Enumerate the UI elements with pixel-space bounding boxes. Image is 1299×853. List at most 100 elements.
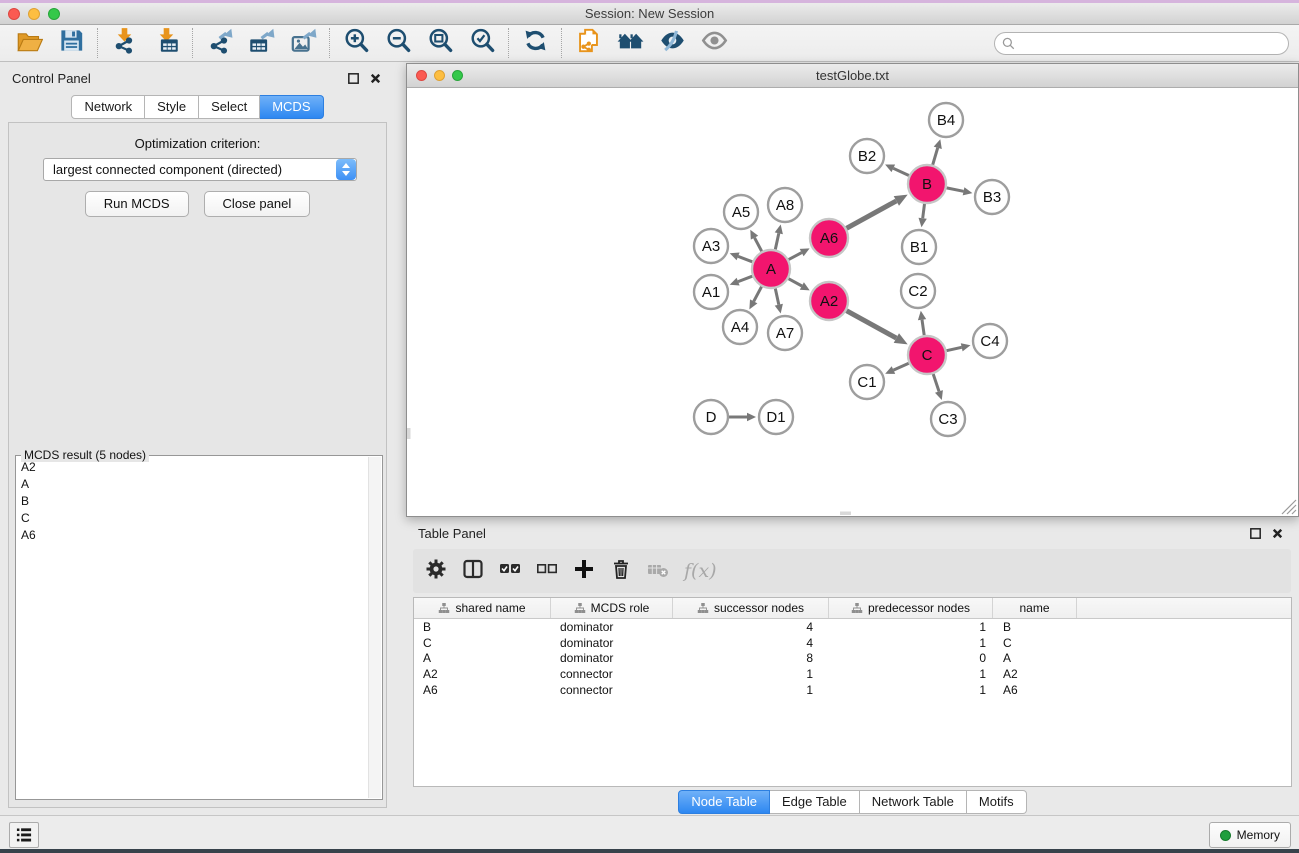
float-panel-icon[interactable] (346, 71, 361, 86)
tab-select[interactable]: Select (199, 95, 260, 119)
save-session-button[interactable] (50, 27, 92, 59)
resize-grip-icon[interactable] (1282, 500, 1296, 514)
export-image-button[interactable] (282, 27, 324, 59)
memory-button[interactable]: Memory (1209, 822, 1291, 848)
graph-node-B1[interactable]: B1 (902, 230, 936, 264)
optimization-criterion-select[interactable]: largest connected component (directed) (43, 158, 357, 181)
graph-edge-B-B1[interactable] (923, 204, 925, 218)
result-item[interactable]: C (16, 510, 368, 527)
graph-edge-A-A3[interactable] (738, 256, 752, 261)
fx-button[interactable]: f(x) (682, 558, 719, 584)
import-network-button[interactable] (103, 27, 145, 59)
result-item[interactable]: A (16, 475, 368, 492)
graph-edge-A-A7[interactable] (775, 289, 779, 305)
graph-node-B4[interactable]: B4 (929, 103, 963, 137)
graph-edge-A-A2[interactable] (789, 279, 802, 286)
result-scrollbar[interactable] (368, 457, 381, 798)
refresh-button[interactable] (514, 27, 556, 59)
column-header-name[interactable]: name (993, 598, 1077, 618)
table-row[interactable]: Adominator80A (414, 651, 1291, 667)
tab-node-table[interactable]: Node Table (678, 790, 770, 814)
graph-node-C3[interactable]: C3 (931, 402, 965, 436)
graph-edge-A-A5[interactable] (755, 238, 762, 252)
graph-edge-C-C1[interactable] (893, 363, 908, 370)
zoom-selected-button[interactable] (461, 27, 503, 59)
column-header-predecessor-nodes[interactable]: predecessor nodes (829, 598, 993, 618)
graph-edge-C-C2[interactable] (922, 320, 924, 336)
tab-mcds[interactable]: MCDS (260, 95, 323, 119)
table-row[interactable]: Bdominator41B (414, 619, 1291, 635)
graph-node-D1[interactable]: D1 (759, 400, 793, 434)
graph-edge-C-C4[interactable] (947, 347, 962, 350)
network-minimize-button[interactable] (434, 70, 445, 81)
plus-button[interactable] (571, 558, 597, 584)
zoom-fit-button[interactable] (419, 27, 461, 59)
graph-node-D[interactable]: D (694, 400, 728, 434)
graph-node-A8[interactable]: A8 (768, 188, 802, 222)
graph-edge-B-B2[interactable] (893, 168, 909, 175)
graph-node-B2[interactable]: B2 (850, 139, 884, 173)
check-pair-button[interactable] (497, 558, 523, 584)
float-table-panel-icon[interactable] (1248, 526, 1263, 541)
column-header-successor-nodes[interactable]: successor nodes (673, 598, 829, 618)
graph-node-A4[interactable]: A4 (723, 310, 757, 344)
uncheck-pair-button[interactable] (534, 558, 560, 584)
graph-edge-A-A8[interactable] (775, 233, 779, 249)
close-panel-icon[interactable] (368, 71, 383, 86)
graph-edge-A-A6[interactable] (789, 253, 802, 260)
graph-node-C2[interactable]: C2 (901, 274, 935, 308)
zoom-out-button[interactable] (377, 27, 419, 59)
export-network-button[interactable] (198, 27, 240, 59)
open-session-button[interactable] (8, 27, 50, 59)
table-row[interactable]: A6connector11A6 (414, 682, 1291, 698)
graph-edge-A2-C[interactable] (847, 311, 897, 338)
result-item[interactable]: B (16, 492, 368, 509)
table-row[interactable]: A2connector11A2 (414, 666, 1291, 682)
tab-edge-table[interactable]: Edge Table (770, 790, 860, 814)
graph-node-A7[interactable]: A7 (768, 316, 802, 350)
zoom-in-button[interactable] (335, 27, 377, 59)
minimize-window-button[interactable] (28, 8, 40, 20)
run-mcds-button[interactable]: Run MCDS (85, 191, 189, 217)
graph-edge-B-B4[interactable] (933, 148, 938, 165)
hide-selected-button[interactable] (651, 27, 693, 59)
graph-node-A6[interactable]: A6 (810, 219, 848, 257)
network-zoom-button[interactable] (452, 70, 463, 81)
trash-button[interactable] (608, 558, 634, 584)
graph-edge-A-A1[interactable] (738, 276, 752, 281)
graph-node-C[interactable]: C (908, 336, 946, 374)
graph-edge-A-A4[interactable] (754, 287, 762, 302)
column-header-shared-name[interactable]: shared name (414, 598, 551, 618)
show-all-button[interactable] (693, 27, 735, 59)
home-button[interactable] (609, 27, 651, 59)
graph-node-B3[interactable]: B3 (975, 180, 1009, 214)
gear-button[interactable] (423, 558, 449, 584)
delete-table-button[interactable] (645, 558, 671, 584)
close-table-panel-icon[interactable] (1270, 526, 1285, 541)
graph-edge-B-B3[interactable] (947, 188, 964, 191)
graph-node-A5[interactable]: A5 (724, 195, 758, 229)
search-input[interactable] (994, 32, 1289, 55)
graph-edge-A6-B[interactable] (847, 201, 897, 228)
result-item[interactable]: A6 (16, 527, 368, 544)
task-history-button[interactable] (9, 822, 39, 848)
tab-motifs[interactable]: Motifs (967, 790, 1027, 814)
graph-node-C1[interactable]: C1 (850, 365, 884, 399)
close-panel-button[interactable]: Close panel (204, 191, 311, 217)
network-close-button[interactable] (416, 70, 427, 81)
tab-network[interactable]: Network (71, 95, 145, 119)
import-table-button[interactable] (145, 27, 187, 59)
network-canvas[interactable]: B4B2BB3A5A8A6A3B1AA1C2A2A4A7C4CC1C3DD1 (407, 88, 1298, 516)
export-table-button[interactable] (240, 27, 282, 59)
tab-style[interactable]: Style (145, 95, 199, 119)
graph-node-A3[interactable]: A3 (694, 229, 728, 263)
graph-node-A1[interactable]: A1 (694, 275, 728, 309)
zoom-window-button[interactable] (48, 8, 60, 20)
tab-network-table[interactable]: Network Table (860, 790, 967, 814)
clone-network-button[interactable] (567, 27, 609, 59)
graph-node-B[interactable]: B (908, 165, 946, 203)
graph-edge-C-C3[interactable] (933, 374, 939, 391)
close-window-button[interactable] (8, 8, 20, 20)
graph-node-A[interactable]: A (752, 250, 790, 288)
columns-button[interactable] (460, 558, 486, 584)
